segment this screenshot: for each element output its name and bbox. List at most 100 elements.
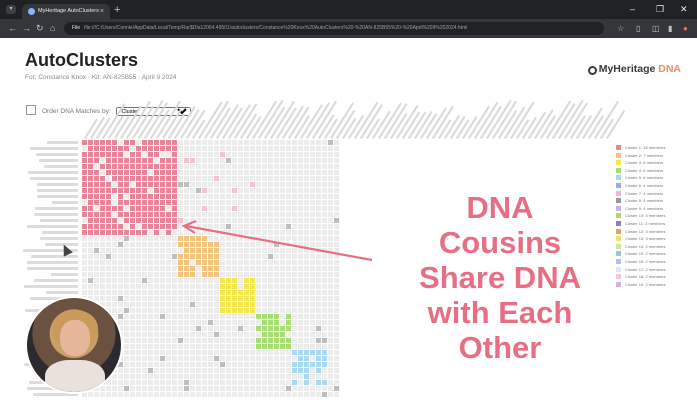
matrix-cell[interactable] [334, 308, 339, 313]
matrix-cell[interactable] [88, 146, 93, 151]
matrix-cell[interactable] [202, 194, 207, 199]
matrix-cell[interactable] [136, 200, 141, 205]
matrix-cell[interactable] [232, 230, 237, 235]
matrix-cell[interactable] [130, 314, 135, 319]
matrix-cell[interactable] [262, 182, 267, 187]
matrix-cell[interactable] [232, 326, 237, 331]
matrix-cell[interactable] [136, 278, 141, 283]
matrix-cell[interactable] [172, 344, 177, 349]
matrix-cell[interactable] [100, 284, 105, 289]
matrix-cell[interactable] [280, 260, 285, 265]
matrix-cell[interactable] [334, 302, 339, 307]
matrix-cell[interactable] [160, 392, 165, 397]
matrix-cell[interactable] [118, 302, 123, 307]
matrix-cell[interactable] [142, 140, 147, 145]
matrix-cell[interactable] [262, 194, 267, 199]
matrix-cell[interactable] [238, 344, 243, 349]
matrix-cell[interactable] [112, 206, 117, 211]
matrix-cell[interactable] [334, 182, 339, 187]
matrix-cell[interactable] [334, 326, 339, 331]
matrix-cell[interactable] [334, 212, 339, 217]
matrix-cell[interactable] [124, 326, 129, 331]
matrix-cell[interactable] [322, 344, 327, 349]
matrix-cell[interactable] [226, 278, 231, 283]
matrix-cell[interactable] [172, 230, 177, 235]
matrix-cell[interactable] [214, 350, 219, 355]
matrix-cell[interactable] [148, 284, 153, 289]
matrix-cell[interactable] [244, 224, 249, 229]
matrix-cell[interactable] [202, 230, 207, 235]
matrix-cell[interactable] [316, 296, 321, 301]
matrix-cell[interactable] [250, 338, 255, 343]
matrix-cell[interactable] [112, 296, 117, 301]
matrix-cell[interactable] [148, 320, 153, 325]
matrix-cell[interactable] [298, 302, 303, 307]
matrix-cell[interactable] [142, 326, 147, 331]
matrix-cell[interactable] [280, 242, 285, 247]
matrix-cell[interactable] [220, 326, 225, 331]
matrix-cell[interactable] [286, 284, 291, 289]
matrix-cell[interactable] [322, 248, 327, 253]
matrix-cell[interactable] [112, 146, 117, 151]
matrix-cell[interactable] [256, 248, 261, 253]
matrix-cell[interactable] [328, 158, 333, 163]
matrix-cell[interactable] [238, 308, 243, 313]
matrix-cell[interactable] [178, 272, 183, 277]
matrix-cell[interactable] [310, 284, 315, 289]
matrix-cell[interactable] [226, 302, 231, 307]
minimize-button[interactable]: – [630, 3, 635, 15]
matrix-cell[interactable] [106, 194, 111, 199]
matrix-cell[interactable] [328, 230, 333, 235]
matrix-cell[interactable] [118, 296, 123, 301]
matrix-cell[interactable] [262, 260, 267, 265]
matrix-cell[interactable] [268, 242, 273, 247]
matrix-cell[interactable] [274, 146, 279, 151]
matrix-cell[interactable] [148, 386, 153, 391]
matrix-cell[interactable] [316, 350, 321, 355]
matrix-cell[interactable] [118, 146, 123, 151]
matrix-cell[interactable] [142, 152, 147, 157]
matrix-cell[interactable] [130, 356, 135, 361]
matrix-cell[interactable] [322, 338, 327, 343]
matrix-cell[interactable] [178, 188, 183, 193]
matrix-cell[interactable] [268, 284, 273, 289]
matrix-cell[interactable] [256, 260, 261, 265]
matrix-cell[interactable] [244, 272, 249, 277]
matrix-cell[interactable] [88, 290, 93, 295]
matrix-cell[interactable] [292, 236, 297, 241]
matrix-cell[interactable] [322, 296, 327, 301]
matrix-cell[interactable] [94, 236, 99, 241]
matrix-cell[interactable] [232, 266, 237, 271]
matrix-cell[interactable] [262, 140, 267, 145]
matrix-cell[interactable] [166, 170, 171, 175]
matrix-cell[interactable] [118, 212, 123, 217]
matrix-cell[interactable] [160, 212, 165, 217]
matrix-cell[interactable] [202, 182, 207, 187]
matrix-cell[interactable] [166, 344, 171, 349]
matrix-cell[interactable] [274, 206, 279, 211]
matrix-cell[interactable] [130, 302, 135, 307]
matrix-cell[interactable] [316, 236, 321, 241]
matrix-cell[interactable] [220, 158, 225, 163]
matrix-cell[interactable] [274, 386, 279, 391]
matrix-cell[interactable] [226, 182, 231, 187]
matrix-cell[interactable] [148, 254, 153, 259]
matrix-cell[interactable] [208, 302, 213, 307]
matrix-cell[interactable] [100, 146, 105, 151]
matrix-cell[interactable] [154, 266, 159, 271]
matrix-cell[interactable] [202, 224, 207, 229]
matrix-cell[interactable] [178, 254, 183, 259]
matrix-cell[interactable] [232, 206, 237, 211]
matrix-cell[interactable] [106, 230, 111, 235]
matrix-cell[interactable] [214, 188, 219, 193]
matrix-cell[interactable] [262, 350, 267, 355]
matrix-cell[interactable] [256, 368, 261, 373]
matrix-cell[interactable] [82, 170, 87, 175]
matrix-cell[interactable] [268, 218, 273, 223]
matrix-cell[interactable] [274, 248, 279, 253]
matrix-cell[interactable] [274, 302, 279, 307]
matrix-cell[interactable] [250, 212, 255, 217]
matrix-cell[interactable] [310, 146, 315, 151]
matrix-cell[interactable] [190, 194, 195, 199]
matrix-cell[interactable] [250, 176, 255, 181]
